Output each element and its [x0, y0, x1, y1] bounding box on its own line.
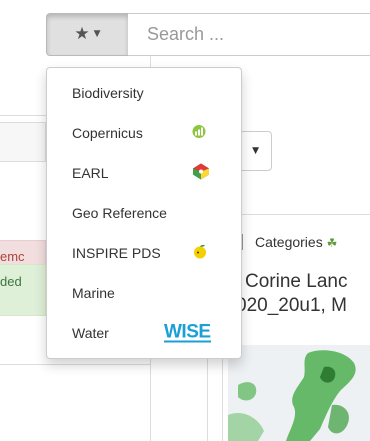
status-badge-success: ded: [0, 264, 46, 316]
favourites-dropdown-button[interactable]: ★ ▼: [46, 13, 129, 56]
tab-categories[interactable]: Categories ☘: [255, 234, 337, 250]
menu-item-inspire-pds[interactable]: INSPIRE PDS: [47, 233, 241, 273]
menu-item-biodiversity[interactable]: Biodiversity: [47, 73, 241, 113]
menu-item-earl[interactable]: EARL: [47, 153, 241, 193]
earl-logo: [192, 163, 210, 184]
search-placeholder: Search ...: [147, 24, 225, 44]
menu-item-water[interactable]: Water WISE: [47, 313, 241, 353]
record-thumbnail[interactable]: [228, 345, 370, 441]
map-image: [228, 350, 356, 441]
copernicus-logo: [192, 125, 206, 142]
menu-item-marine[interactable]: Marine: [47, 273, 241, 313]
menu-item-copernicus[interactable]: Copernicus: [47, 113, 241, 153]
leaf-icon: ☘: [326, 236, 338, 250]
record-title[interactable]: Corine Lanc 020_20u1, M: [236, 270, 347, 318]
tab-separator: [242, 234, 243, 250]
star-icon: ★: [74, 24, 90, 44]
menu-item-geo-reference[interactable]: Geo Reference: [47, 193, 241, 233]
side-panel-strip: [0, 122, 46, 162]
record-tabs: Categories ☘: [242, 234, 337, 250]
divider: [0, 364, 150, 365]
inspire-pds-logo: [192, 244, 208, 263]
caret-down-icon: ▼: [252, 146, 259, 156]
wise-logo: WISE: [164, 321, 211, 343]
caret-down-icon: ▼: [93, 29, 101, 39]
search-input[interactable]: Search ...: [128, 13, 370, 56]
favourites-menu: Biodiversity Copernicus EARL Geo Referen…: [46, 67, 242, 359]
